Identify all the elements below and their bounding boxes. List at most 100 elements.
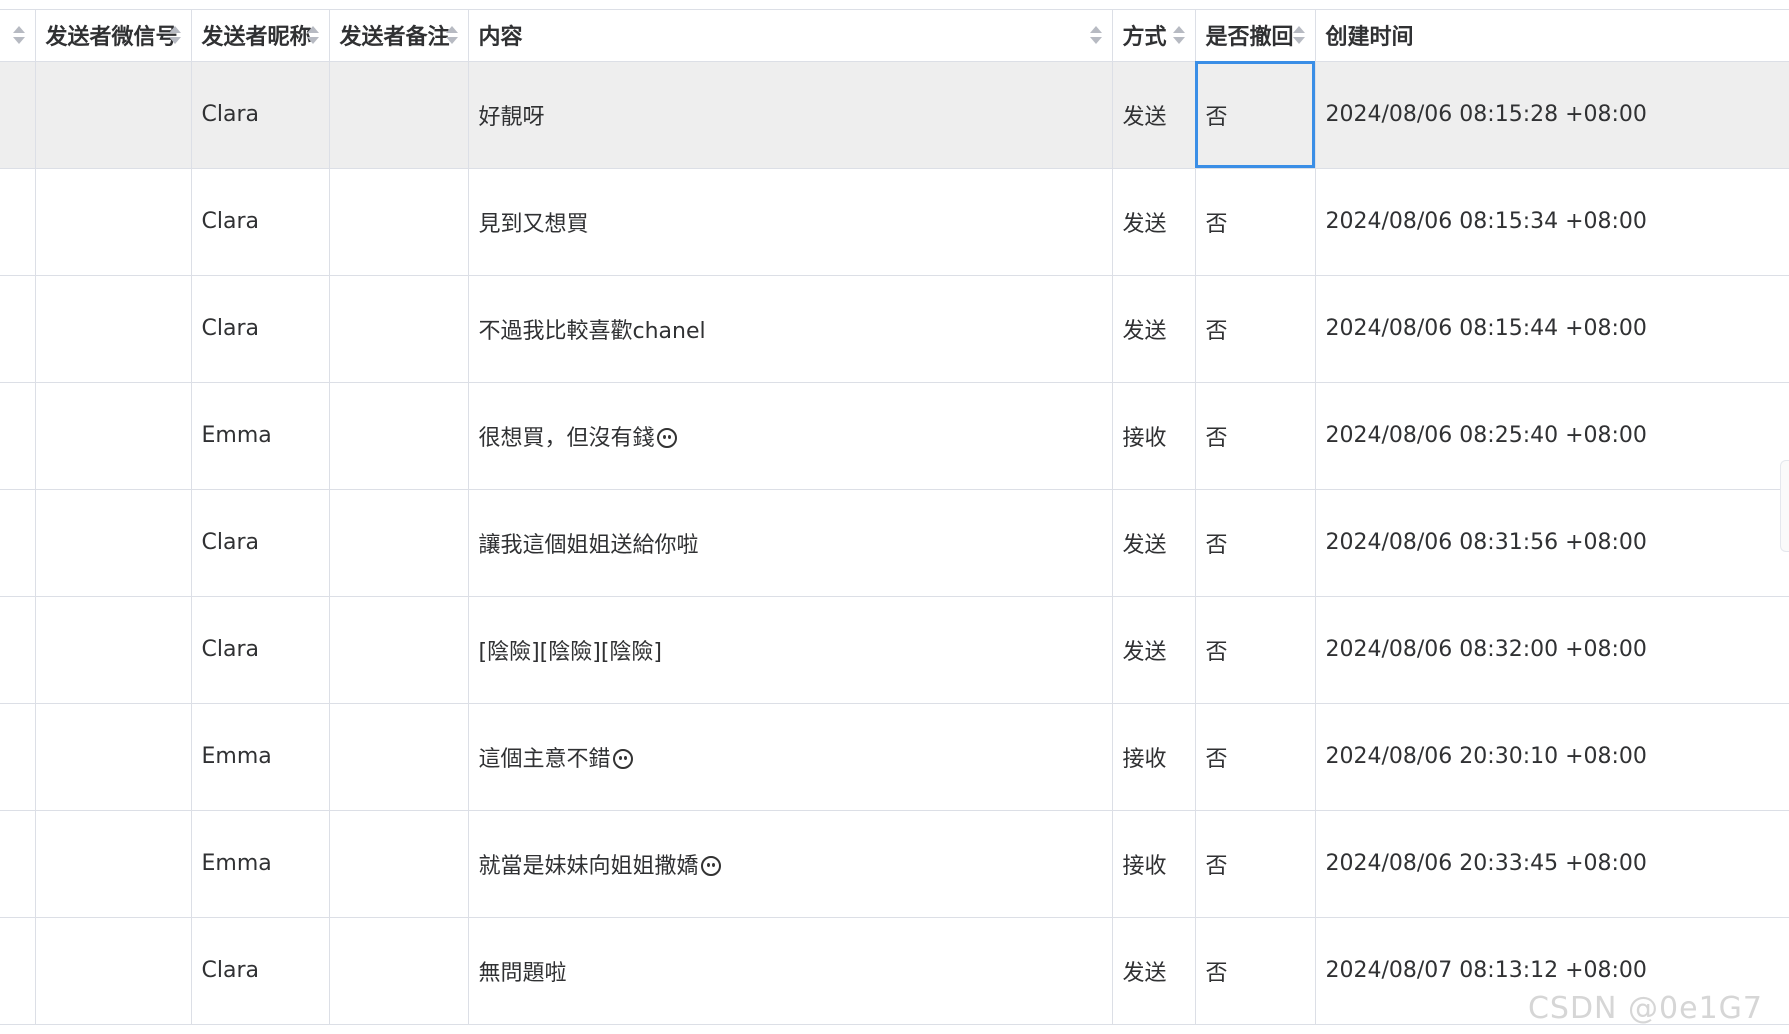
table-row[interactable]: 2 Emma 就當是妹妹向姐姐撒嬌 接收 否 2024/08/06 20:33:… — [0, 810, 1789, 918]
cell-method[interactable]: 发送 — [1112, 61, 1196, 169]
cell-sender-nickname[interactable]: Clara — [191, 61, 330, 169]
cell-sender-wxid[interactable] — [35, 489, 192, 597]
column-header-created-time[interactable]: 创建时间 — [1315, 10, 1789, 62]
column-header-id[interactable] — [0, 10, 36, 62]
cell-revoked[interactable]: 否 — [1195, 810, 1316, 918]
cell-sender-wxid[interactable] — [35, 61, 192, 169]
column-header-sender-remark[interactable]: 发送者备注 — [329, 10, 469, 62]
cell-revoked[interactable]: 否 — [1195, 61, 1316, 169]
cell-created-time[interactable]: 2024/08/06 20:30:10 +08:00 — [1315, 703, 1789, 811]
table-row[interactable]: 22 Clara 無問題啦 发送 否 2024/08/07 08:13:12 +… — [0, 917, 1789, 1025]
cell-id[interactable]: 22 — [0, 489, 36, 597]
cell-sender-wxid[interactable] — [35, 703, 192, 811]
cell-sender-remark[interactable] — [329, 275, 469, 383]
cell-method[interactable]: 发送 — [1112, 596, 1196, 704]
sort-icon[interactable] — [306, 26, 319, 45]
cell-revoked[interactable]: 否 — [1195, 917, 1316, 1025]
cell-sender-wxid[interactable] — [35, 275, 192, 383]
cell-revoked[interactable]: 否 — [1195, 489, 1316, 597]
cell-sender-nickname[interactable]: Emma — [191, 810, 330, 918]
cell-sender-remark[interactable] — [329, 596, 469, 704]
cell-content[interactable]: 見到又想買 — [468, 168, 1113, 276]
cell-sender-nickname[interactable]: Clara — [191, 596, 330, 704]
message-text: 就當是妹妹向姐姐撒嬌 — [478, 853, 699, 879]
cell-content[interactable]: 讓我這個姐姐送給你啦 — [468, 489, 1113, 597]
cell-id[interactable]: 22 — [0, 917, 36, 1025]
cell-method[interactable]: 接收 — [1112, 382, 1196, 490]
cell-method[interactable]: 发送 — [1112, 168, 1196, 276]
column-header-method[interactable]: 方式 — [1112, 10, 1196, 62]
cell-created-time[interactable]: 2024/08/06 08:15:44 +08:00 — [1315, 275, 1789, 383]
sort-icon[interactable] — [1292, 26, 1305, 45]
cell-content[interactable]: 不過我比較喜歡chanel — [468, 275, 1113, 383]
cell-sender-nickname[interactable]: Clara — [191, 168, 330, 276]
cell-sender-nickname[interactable]: Clara — [191, 275, 330, 383]
cell-revoked[interactable]: 否 — [1195, 168, 1316, 276]
cell-id[interactable]: 22 — [0, 596, 36, 704]
table-row[interactable]: 2 Emma 很想買，但沒有錢 接收 否 2024/08/06 08:25:40… — [0, 382, 1789, 490]
cell-id[interactable]: 2 — [0, 810, 36, 918]
table-body: 22 Clara 好靚呀 发送 否 2024/08/06 08:15:28 +0… — [0, 61, 1789, 1025]
cell-method[interactable]: 接收 — [1112, 703, 1196, 811]
table-row[interactable]: 22 Clara [陰險][陰險][陰險] 发送 否 2024/08/06 08… — [0, 596, 1789, 704]
cell-content[interactable]: [陰險][陰險][陰險] — [468, 596, 1113, 704]
cell-sender-remark[interactable] — [329, 61, 469, 169]
cell-content[interactable]: 這個主意不錯 — [468, 703, 1113, 811]
message-text: 見到又想買 — [478, 211, 589, 237]
table-row[interactable]: 22 Clara 讓我這個姐姐送給你啦 发送 否 2024/08/06 08:3… — [0, 489, 1789, 597]
cell-sender-remark[interactable] — [329, 917, 469, 1025]
cell-id[interactable]: 22 — [0, 61, 36, 169]
cell-content[interactable]: 很想買，但沒有錢 — [468, 382, 1113, 490]
column-header-sender-nickname[interactable]: 发送者昵称 — [191, 10, 330, 62]
sort-icon[interactable] — [168, 26, 181, 45]
cell-sender-wxid[interactable] — [35, 810, 192, 918]
cell-id[interactable]: 2 — [0, 703, 36, 811]
column-header-sender-wxid[interactable]: 发送者微信号 — [35, 10, 192, 62]
cell-revoked[interactable]: 否 — [1195, 703, 1316, 811]
cell-created-time[interactable]: 2024/08/06 08:31:56 +08:00 — [1315, 489, 1789, 597]
sort-icon[interactable] — [12, 26, 25, 45]
cell-sender-remark[interactable] — [329, 810, 469, 918]
cell-created-time[interactable]: 2024/08/06 08:25:40 +08:00 — [1315, 382, 1789, 490]
scrollbar-handle[interactable] — [1780, 460, 1789, 552]
cell-sender-wxid[interactable] — [35, 917, 192, 1025]
cell-method[interactable]: 接收 — [1112, 810, 1196, 918]
cell-id[interactable]: 2 — [0, 382, 36, 490]
column-header-label: 发送者备注 — [339, 25, 450, 51]
sort-icon[interactable] — [1089, 26, 1102, 45]
cell-sender-wxid[interactable] — [35, 382, 192, 490]
column-header-revoked[interactable]: 是否撤回 — [1195, 10, 1316, 62]
table-row[interactable]: 2 Emma 這個主意不錯 接收 否 2024/08/06 20:30:10 +… — [0, 703, 1789, 811]
cell-content[interactable]: 好靚呀 — [468, 61, 1113, 169]
cell-created-time[interactable]: 2024/08/06 08:15:34 +08:00 — [1315, 168, 1789, 276]
cell-sender-remark[interactable] — [329, 703, 469, 811]
cell-created-time[interactable]: 2024/08/06 20:33:45 +08:00 — [1315, 810, 1789, 918]
cell-method[interactable]: 发送 — [1112, 917, 1196, 1025]
cell-method[interactable]: 发送 — [1112, 275, 1196, 383]
cell-content[interactable]: 就當是妹妹向姐姐撒嬌 — [468, 810, 1113, 918]
cell-method[interactable]: 发送 — [1112, 489, 1196, 597]
cell-sender-nickname[interactable]: Emma — [191, 703, 330, 811]
sort-icon[interactable] — [445, 26, 458, 45]
cell-id[interactable]: 22 — [0, 168, 36, 276]
cell-created-time[interactable]: 2024/08/06 08:32:00 +08:00 — [1315, 596, 1789, 704]
cell-revoked[interactable]: 否 — [1195, 596, 1316, 704]
cell-sender-wxid[interactable] — [35, 596, 192, 704]
sort-icon[interactable] — [1172, 26, 1185, 45]
cell-id[interactable]: 22 — [0, 275, 36, 383]
cell-sender-nickname[interactable]: Emma — [191, 382, 330, 490]
cell-revoked[interactable]: 否 — [1195, 382, 1316, 490]
cell-sender-nickname[interactable]: Clara — [191, 489, 330, 597]
cell-revoked[interactable]: 否 — [1195, 275, 1316, 383]
column-header-content[interactable]: 内容 — [468, 10, 1113, 62]
cell-sender-remark[interactable] — [329, 382, 469, 490]
table-row[interactable]: 22 Clara 不過我比較喜歡chanel 发送 否 2024/08/06 0… — [0, 275, 1789, 383]
table-row[interactable]: 22 Clara 見到又想買 发送 否 2024/08/06 08:15:34 … — [0, 168, 1789, 276]
cell-sender-remark[interactable] — [329, 168, 469, 276]
cell-sender-nickname[interactable]: Clara — [191, 917, 330, 1025]
cell-created-time[interactable]: 2024/08/06 08:15:28 +08:00 — [1315, 61, 1789, 169]
cell-content[interactable]: 無問題啦 — [468, 917, 1113, 1025]
cell-sender-wxid[interactable] — [35, 168, 192, 276]
cell-sender-remark[interactable] — [329, 489, 469, 597]
table-row[interactable]: 22 Clara 好靚呀 发送 否 2024/08/06 08:15:28 +0… — [0, 61, 1789, 169]
